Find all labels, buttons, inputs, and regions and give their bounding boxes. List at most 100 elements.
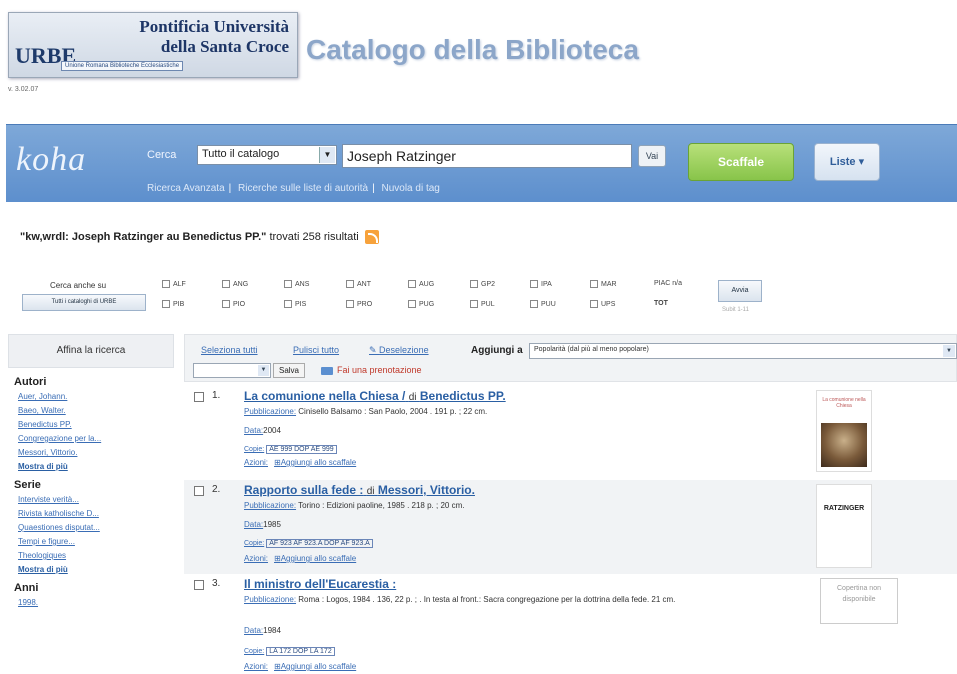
result-copies: Copie: AF 923 AF 923.A DOP AF 923.A	[244, 539, 373, 548]
library-code: PUU	[541, 300, 556, 308]
library-checkbox[interactable]: GP2	[470, 280, 495, 288]
copies-value[interactable]: LA 172 DOP LA 172	[266, 647, 335, 656]
shelf-icon: ⊞	[274, 662, 281, 671]
search-scope-select[interactable]: Tutto il catalogo ▼	[197, 145, 337, 165]
facet-author[interactable]: Congregazione per la...	[18, 434, 174, 443]
result-title-link[interactable]: La comunione nella Chiesa /	[244, 389, 405, 403]
publication-value: Roma : Logos, 1984 . 136, 22 p. ; . In t…	[298, 595, 676, 604]
highlight-toggle-link[interactable]: ✎ Deselezione	[369, 345, 429, 356]
site-header: URBE Pontificia Università della Santa C…	[0, 0, 957, 118]
add-to-shelf-link[interactable]: ⊞Aggiungi allo scaffale	[274, 458, 356, 467]
library-checkbox[interactable]: ANS	[284, 280, 309, 288]
library-checkbox[interactable]: PRO	[346, 300, 372, 308]
facet-author[interactable]: Auer, Johann.	[18, 392, 174, 401]
add-to-shelf-label: Aggiungi allo scaffale	[280, 662, 357, 671]
facet-series[interactable]: Tempi e figure...	[18, 537, 174, 546]
checkbox-icon	[408, 280, 416, 288]
result-author-link[interactable]: Messori, Vittorio.	[378, 483, 475, 497]
result-title-link[interactable]: Il ministro dell'Eucarestia :	[244, 577, 396, 591]
library-checkbox[interactable]: IPA	[530, 280, 552, 288]
checkbox-icon	[530, 280, 538, 288]
add-to-shelf-label: Aggiungi allo scaffale	[280, 554, 357, 563]
select-all-link[interactable]: Seleziona tutti	[201, 345, 258, 355]
search-input-value: Joseph Ratzinger	[347, 148, 456, 164]
facet-author[interactable]: Benedictus PP.	[18, 420, 174, 429]
library-checkbox[interactable]: PUL	[470, 300, 495, 308]
rss-feed-icon[interactable]	[364, 230, 379, 244]
sort-select[interactable]: Popolarità (dal più al meno popolare) ▼	[529, 343, 957, 359]
copies-label: Copie:	[244, 648, 265, 655]
copies-label: Copie:	[244, 540, 265, 547]
library-checkbox[interactable]: AUG	[408, 280, 434, 288]
library-checkbox[interactable]: UPS	[590, 300, 615, 308]
clear-all-link[interactable]: Pulisci tutto	[293, 345, 339, 355]
advanced-search-link[interactable]: Ricerca Avanzata	[147, 183, 225, 194]
search-label: Cerca	[147, 149, 177, 161]
library-code: PUG	[419, 300, 435, 308]
facet-authors-more[interactable]: Mostra di più	[18, 462, 174, 471]
result-by: di	[366, 486, 375, 497]
facet-series-more[interactable]: Mostra di più	[18, 565, 174, 574]
checkbox-icon	[346, 300, 354, 308]
library-checkbox[interactable]: MAR	[590, 280, 617, 288]
library-code: AUG	[419, 280, 435, 288]
result-number: 1.	[212, 390, 221, 401]
library-code: MAR	[601, 280, 617, 288]
highlight-label: Deselezione	[379, 345, 429, 355]
lists-button[interactable]: Liste ▾	[814, 143, 880, 181]
result-title-line: La comunione nella Chiesa / di Benedictu…	[244, 389, 506, 403]
university-logo[interactable]: URBE Pontificia Università della Santa C…	[8, 12, 298, 78]
chevron-down-icon: ▼	[319, 147, 335, 163]
result-title-link[interactable]: Rapporto sulla fede :	[244, 483, 363, 497]
add-to-label: Aggiungi a	[471, 345, 523, 356]
library-checkbox[interactable]: PUG	[408, 300, 434, 308]
library-code: ALF	[173, 280, 186, 288]
result-number: 2.	[212, 484, 221, 495]
result-author-link[interactable]: Benedictus PP.	[420, 389, 506, 403]
authority-search-link[interactable]: Ricerche sulle liste di autorità	[238, 183, 368, 194]
save-button[interactable]: Salva	[273, 363, 305, 378]
library-checkbox[interactable]: ALF	[162, 280, 186, 288]
all-catalogs-button[interactable]: Tutti i cataloghi di URBE	[22, 294, 146, 311]
book-cover[interactable]: La comunione nella Chiesa	[816, 390, 872, 472]
result-checkbox[interactable]	[194, 580, 204, 590]
library-checkbox[interactable]: PIS	[284, 300, 306, 308]
koha-logo[interactable]: koha	[16, 141, 86, 179]
sublink-separator: |	[228, 183, 232, 194]
checkbox-icon	[162, 300, 170, 308]
result-actions: Azioni: ⊞Aggiungi allo scaffale	[244, 662, 356, 671]
copies-value[interactable]: AF 923 AF 923.A DOP AF 923.A	[266, 539, 373, 548]
result-title-line: Il ministro dell'Eucarestia :	[244, 577, 396, 591]
facet-series[interactable]: Interviste verità...	[18, 495, 174, 504]
library-checkbox[interactable]: PIO	[222, 300, 245, 308]
tag-cloud-link[interactable]: Nuvola di tag	[381, 183, 439, 194]
filter-submit-button[interactable]: Avvia	[718, 280, 762, 302]
logo-subtitle: Unione Romana Biblioteche Ecclesiastiche	[61, 61, 184, 71]
facet-author[interactable]: Baeo, Walter.	[18, 406, 174, 415]
result-checkbox[interactable]	[194, 486, 204, 496]
book-cover[interactable]: RATZINGER	[816, 484, 872, 568]
result-copies: Copie: AE 999 DOP AE 999	[244, 445, 337, 454]
checkbox-icon	[222, 300, 230, 308]
place-hold-link[interactable]: Fai una prenotazione	[321, 365, 422, 375]
library-checkbox[interactable]: ANT	[346, 280, 371, 288]
facet-series[interactable]: Quaestiones disputat...	[18, 523, 174, 532]
facet-series[interactable]: Theologiques	[18, 551, 174, 560]
library-checkbox[interactable]: PUU	[530, 300, 556, 308]
search-go-button[interactable]: Vai	[638, 145, 666, 167]
facet-series[interactable]: Rivista katholische D...	[18, 509, 174, 518]
result-checkbox[interactable]	[194, 392, 204, 402]
add-to-shelf-link[interactable]: ⊞Aggiungi allo scaffale	[274, 662, 356, 671]
add-to-shelf-link[interactable]: ⊞Aggiungi allo scaffale	[274, 554, 356, 563]
result-publication: Pubblicazione: Torino : Edizioni paoline…	[244, 500, 804, 511]
facet-year[interactable]: 1998.	[18, 598, 174, 607]
facet-author[interactable]: Messori, Vittorio.	[18, 448, 174, 457]
result-item: 3. Il ministro dell'Eucarestia : Pubblic…	[184, 574, 957, 674]
search-input[interactable]: Joseph Ratzinger	[342, 144, 632, 168]
library-checkbox[interactable]: PIB	[162, 300, 184, 308]
add-to-list-select[interactable]: ▼	[193, 363, 271, 378]
library-code: PUL	[481, 300, 495, 308]
shelf-button[interactable]: Scaffale	[688, 143, 794, 181]
copies-value[interactable]: AE 999 DOP AE 999	[266, 445, 337, 454]
library-checkbox[interactable]: ANG	[222, 280, 248, 288]
